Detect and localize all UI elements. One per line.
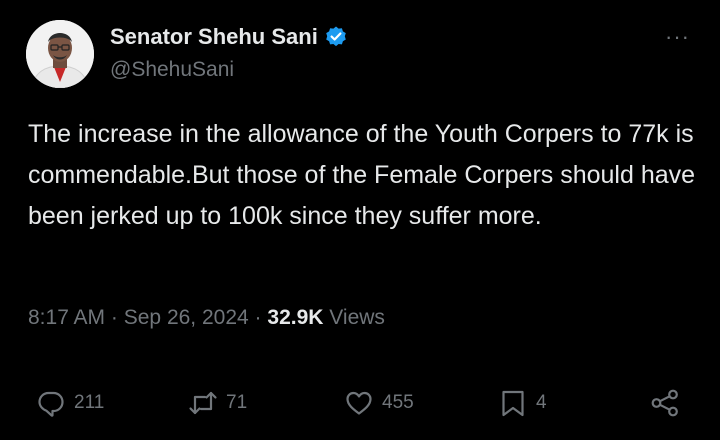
verified-badge-icon[interactable] — [324, 25, 348, 49]
bookmark-button[interactable]: 4 — [498, 388, 547, 418]
like-button[interactable]: 455 — [344, 388, 414, 418]
bookmark-icon — [502, 390, 524, 417]
bookmark-count: 4 — [536, 392, 547, 413]
profile-photo-icon — [26, 20, 94, 88]
tweet-meta: 8:17 AM · Sep 26, 2024 · 32.9K Views — [28, 306, 385, 330]
avatar[interactable] — [26, 20, 94, 88]
tweet-date[interactable]: Sep 26, 2024 — [124, 306, 249, 329]
like-count: 455 — [382, 392, 414, 413]
share-icon — [651, 389, 678, 417]
action-bar: 211 71 455 4 — [0, 388, 720, 428]
author-name-row: Senator Shehu Sani — [110, 24, 348, 50]
views-count[interactable]: 32.9K — [267, 306, 323, 329]
heart-icon — [346, 391, 372, 415]
author-display-name[interactable]: Senator Shehu Sani — [110, 24, 318, 50]
meta-separator: · — [254, 306, 262, 329]
tweet-text: The increase in the allowance of the You… — [28, 120, 696, 230]
author-handle[interactable]: @ShehuSani — [110, 58, 234, 82]
repost-button[interactable]: 71 — [188, 388, 247, 418]
reply-count: 211 — [74, 392, 105, 413]
reply-button[interactable]: 211 — [36, 388, 104, 418]
meta-separator: · — [110, 306, 118, 329]
more-options-icon[interactable]: ··· — [665, 26, 690, 48]
repost-icon — [189, 391, 217, 415]
views-label: Views — [329, 306, 385, 329]
reply-icon — [38, 391, 64, 417]
repost-count: 71 — [226, 392, 248, 413]
tweet-time[interactable]: 8:17 AM — [28, 306, 105, 329]
share-button[interactable] — [650, 388, 680, 418]
